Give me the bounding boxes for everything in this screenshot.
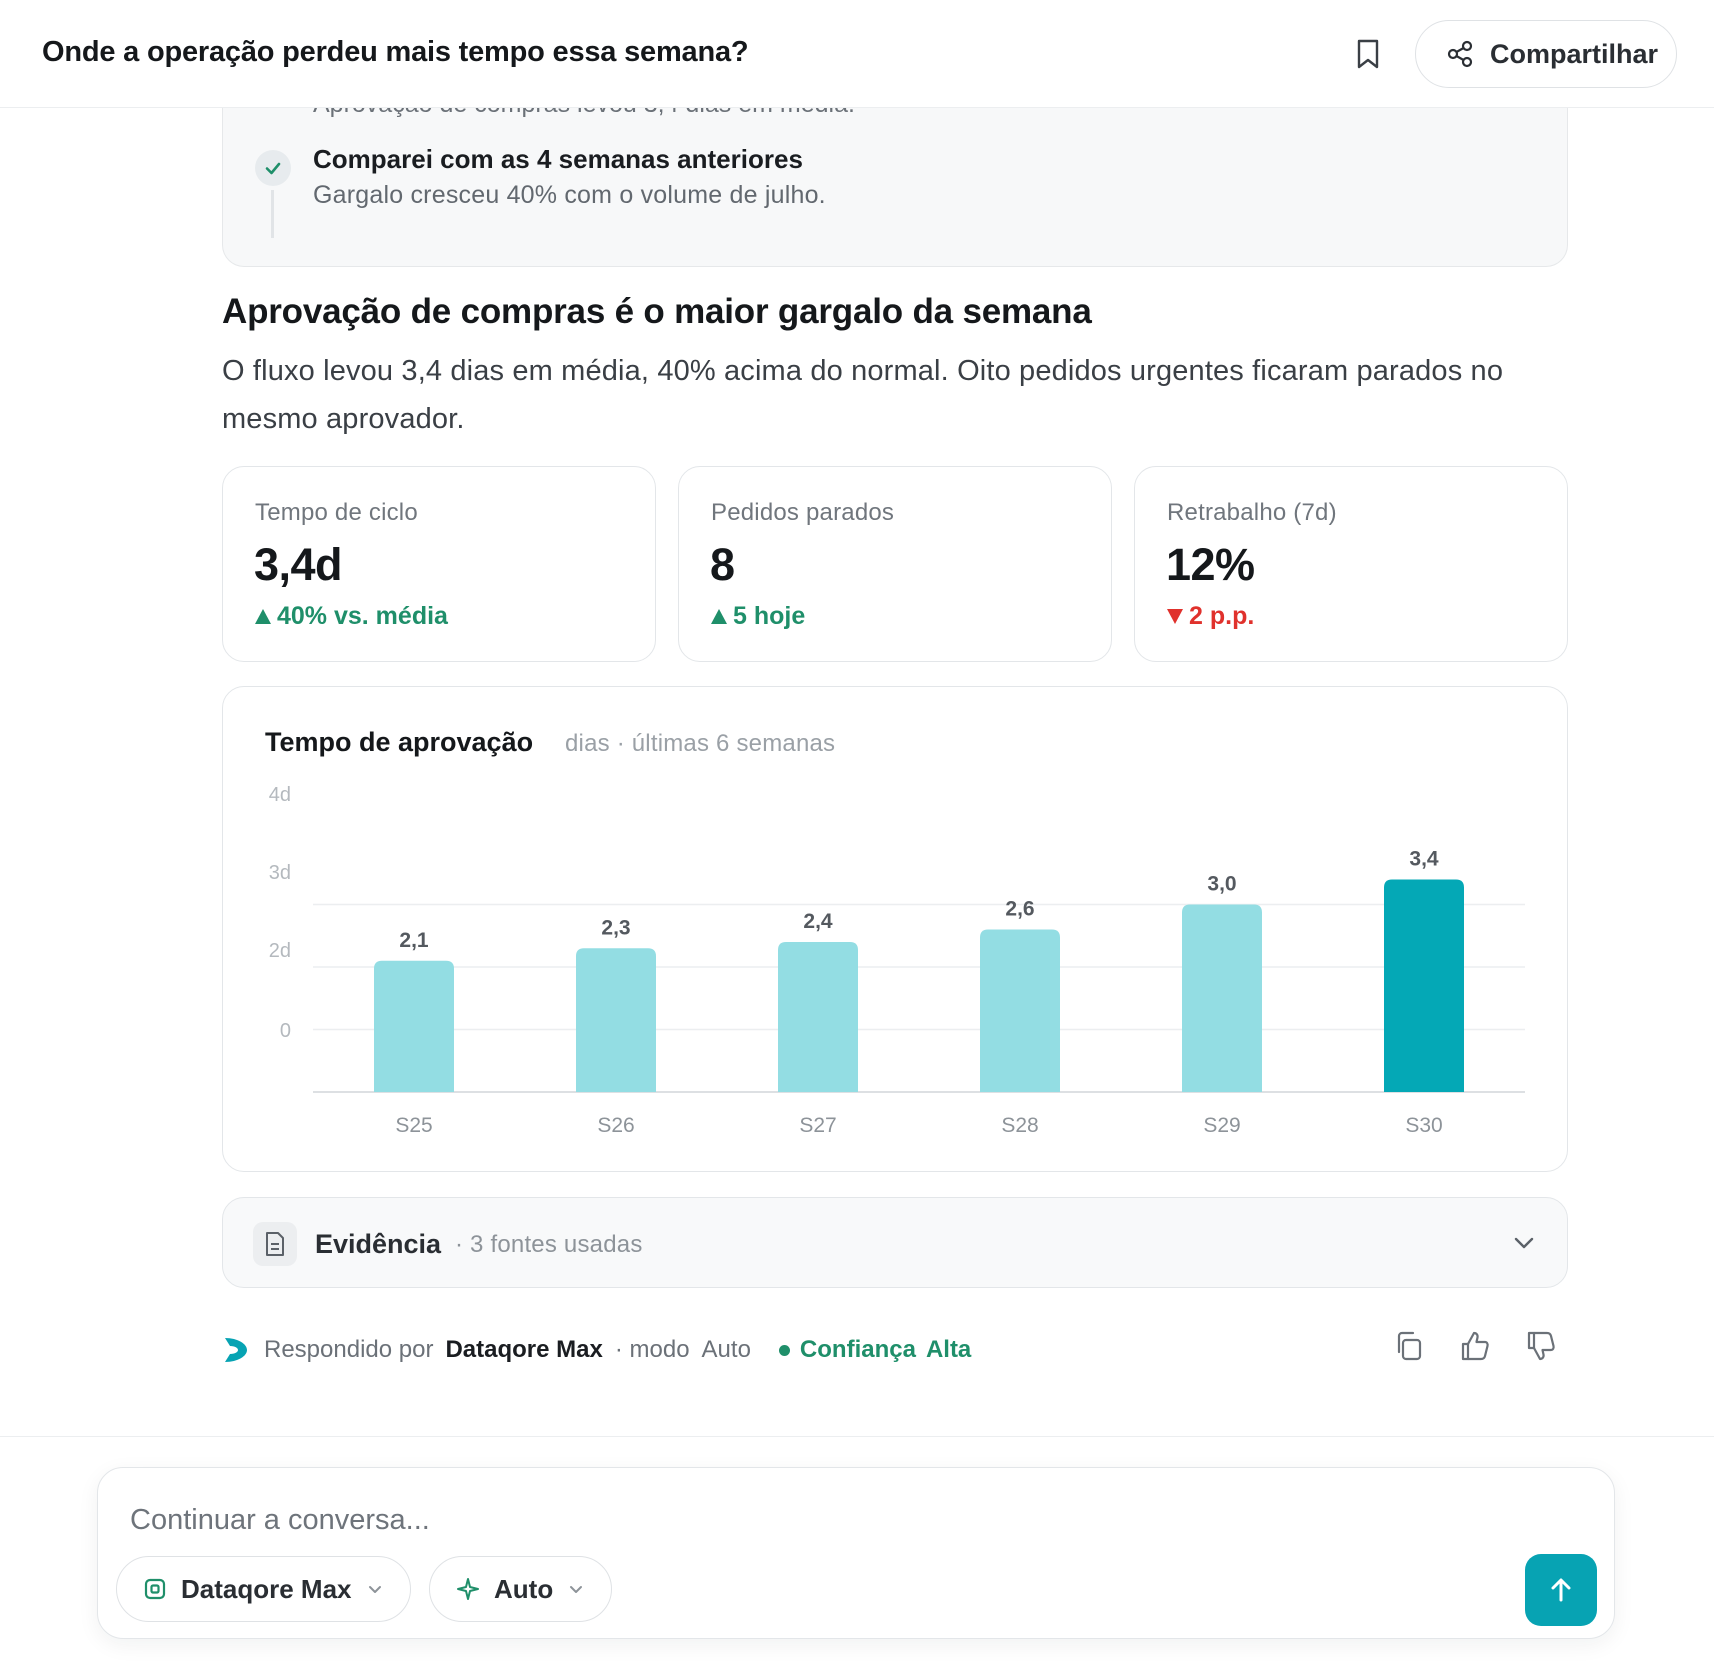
share-icon [1447,40,1473,68]
approval-time-chart-card: Tempo de aprovação dias · últimas 6 sema… [222,686,1568,1172]
mode-value: Auto [701,1336,751,1363]
answered-by-label: Respondido por [264,1336,434,1363]
bar-value-label: 2,4 [803,910,833,933]
y-tick-label: 2d [269,940,291,962]
check-icon [265,162,281,175]
bar-value-label: 3,0 [1207,873,1236,896]
answer-summary: O fluxo levou 3,4 dias em média, 40% aci… [222,355,1504,435]
thumbs-up-icon[interactable] [1460,1330,1490,1362]
message-input[interactable] [130,1498,1430,1542]
kpi-card-rework: Retrabalho (7d) 12% 2 p.p. [1134,466,1568,662]
kpi-delta: 2 p.p. [1167,602,1254,631]
kpi-card-stalled-orders: Pedidos parados 8 5 hoje [678,466,1112,662]
mode-selector[interactable]: Auto [429,1556,613,1622]
arrow-up-icon [1551,1578,1571,1602]
bar-s29 [1182,904,1262,1092]
step-connector [271,190,274,238]
bar-s25 [374,960,454,1092]
thumbs-down-icon[interactable] [1526,1330,1556,1362]
confidence-dot [778,1344,790,1356]
kpi-delta: 5 hoje [711,602,805,631]
conversation-title: Onde a operação perdeu mais tempo essa s… [42,36,749,68]
confidence-badge: Confiança Alta [778,1336,972,1364]
bar-s26 [576,948,656,1092]
mode-prefix: · modo [614,1336,690,1363]
step-title: Comparei com as 4 semanas anteriores [313,144,803,174]
kpi-card-cycle-time: Tempo de ciclo 3,4d 40% vs. média [222,466,656,662]
trend-up-icon [255,609,271,624]
y-tick-label: 4d [269,784,291,806]
kpi-delta-text: 2 p.p. [1189,602,1255,630]
model-selector-label: Dataqore Max [181,1573,352,1604]
kpi-delta-text: 40% vs. média [277,602,448,630]
x-tick-label: S26 [597,1114,634,1137]
kpi-value: 12% [1166,539,1255,590]
top-bar: Onde a operação perdeu mais tempo essa s… [0,0,1714,108]
step-check-badge [255,150,291,186]
bar-value-label: 2,6 [1005,898,1034,921]
kpi-label: Pedidos parados [711,499,895,526]
step-description: Gargalo cresceu 40% com o volume de julh… [313,181,826,209]
kpi-delta: 40% vs. média [255,602,448,631]
kpi-value: 8 [710,539,735,590]
x-tick-label: S30 [1405,1114,1442,1137]
bar-chart: 4d 3d 2d 0 2,1 S25 2,3 S26 2,4 S27 2,6 S28 3,0 S29 3,4… [269,784,1525,1137]
x-tick-label: S29 [1203,1114,1240,1137]
kpi-label: Retrabalho (7d) [1167,499,1337,526]
share-button[interactable]: Compartilhar [1415,20,1677,88]
evidence-accordion[interactable]: Evidência · 3 fontes usadas [222,1197,1568,1288]
model-name: Dataqore Max [445,1336,603,1363]
chevron-down-icon [570,1586,583,1593]
dataqore-logo-icon [225,1338,247,1362]
kpi-label: Tempo de ciclo [255,499,418,526]
bar-s30 [1384,879,1464,1092]
bar-value-label: 2,3 [601,916,630,939]
y-tick-label: 3d [269,862,291,884]
answer-actions [1394,1330,1556,1362]
trend-up-icon [711,609,727,624]
x-tick-label: S25 [395,1114,432,1137]
sparkle-icon [457,1578,479,1600]
bar-value-label: 2,1 [399,929,429,952]
bookmark-icon[interactable] [1355,38,1381,70]
chevron-down-icon [368,1586,381,1593]
trend-down-icon [1167,609,1183,624]
message-composer: Dataqore Max Auto [97,1467,1615,1639]
evidence-sources-count: · 3 fontes usadas [455,1231,643,1258]
chevron-down-icon[interactable] [1511,1230,1537,1256]
composer-divider [0,1436,1714,1437]
answer-headline: Aprovação de compras é o maior gargalo d… [222,292,1092,331]
kpi-delta-text: 5 hoje [733,602,806,630]
evidence-label: Evidência [315,1229,442,1259]
bar-value-label: 3,4 [1409,848,1439,871]
x-tick-label: S28 [1001,1114,1038,1137]
copy-icon[interactable] [1394,1330,1424,1362]
send-button[interactable] [1525,1554,1597,1626]
x-tick-label: S27 [799,1114,836,1137]
kpi-value: 3,4d [254,539,343,590]
confidence-value: Alta [925,1336,972,1363]
share-button-label: Compartilhar [1490,38,1659,69]
bar-s27 [778,942,858,1092]
answer-meta: Respondido por Dataqore Max · modo Auto … [222,1330,971,1370]
confidence-label: Confiança [799,1336,916,1363]
document-icon [253,1222,297,1266]
model-selector[interactable]: Dataqore Max [116,1556,411,1622]
mode-selector-label: Auto [494,1573,554,1604]
y-tick-label: 0 [280,1020,291,1042]
bar-s28 [980,929,1060,1092]
chip-icon [144,1578,166,1600]
